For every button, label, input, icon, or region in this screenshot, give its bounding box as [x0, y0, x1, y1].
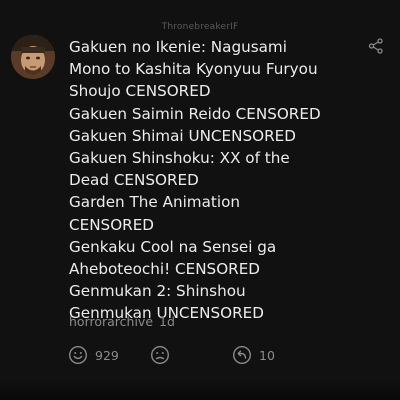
comment-line: Gakuen Shimai UNCENSORED	[69, 126, 296, 145]
comment-line: Gakuen Shinshoku: XX of the	[69, 149, 290, 168]
bottom-fade	[0, 380, 400, 400]
comment-meta: horrorarchive 1d	[69, 314, 175, 329]
comment-line: Shoujo CENSORED	[69, 82, 211, 101]
comment-actions: 929 10	[0, 342, 400, 368]
comment-line: Aheboteochi! CENSORED	[69, 260, 260, 279]
smile-icon	[68, 345, 88, 365]
comment-line: Mono to Kashita Kyonyuu Furyou	[69, 60, 318, 79]
avatar[interactable]	[11, 35, 55, 79]
comment-screen: ThronebreakerIF Gakuen no Ikenie: Nagusa…	[0, 0, 400, 400]
comment-line: Genmukan 2: Shinshou	[69, 282, 246, 301]
comment-line: Garden The Animation	[69, 193, 240, 212]
reply-count: 10	[259, 347, 275, 363]
comment-line: CENSORED	[69, 215, 154, 234]
comment-line: Gakuen no Ikenie: Nagusami	[69, 38, 287, 56]
comment-body: Gakuen no Ikenie: Nagusami Mono to Kashi…	[69, 36, 369, 325]
reply-button[interactable]: 10	[232, 342, 275, 368]
comment-author[interactable]: horrorarchive	[69, 314, 153, 329]
comment-line: Dead CENSORED	[69, 171, 199, 190]
like-button[interactable]: 929	[68, 342, 119, 368]
share-icon[interactable]	[367, 37, 385, 55]
comment-age: 1d	[159, 314, 175, 329]
reply-icon	[232, 345, 252, 365]
header-username: ThronebreakerIF	[161, 22, 239, 32]
dislike-button[interactable]	[150, 342, 170, 368]
like-count: 929	[95, 347, 119, 363]
avatar-image	[11, 35, 55, 79]
comment-line: Gakuen Saimin Reido CENSORED	[69, 104, 321, 123]
neutral-face-icon	[150, 345, 170, 365]
comment-line: Genkaku Cool na Sensei ga	[69, 237, 277, 256]
